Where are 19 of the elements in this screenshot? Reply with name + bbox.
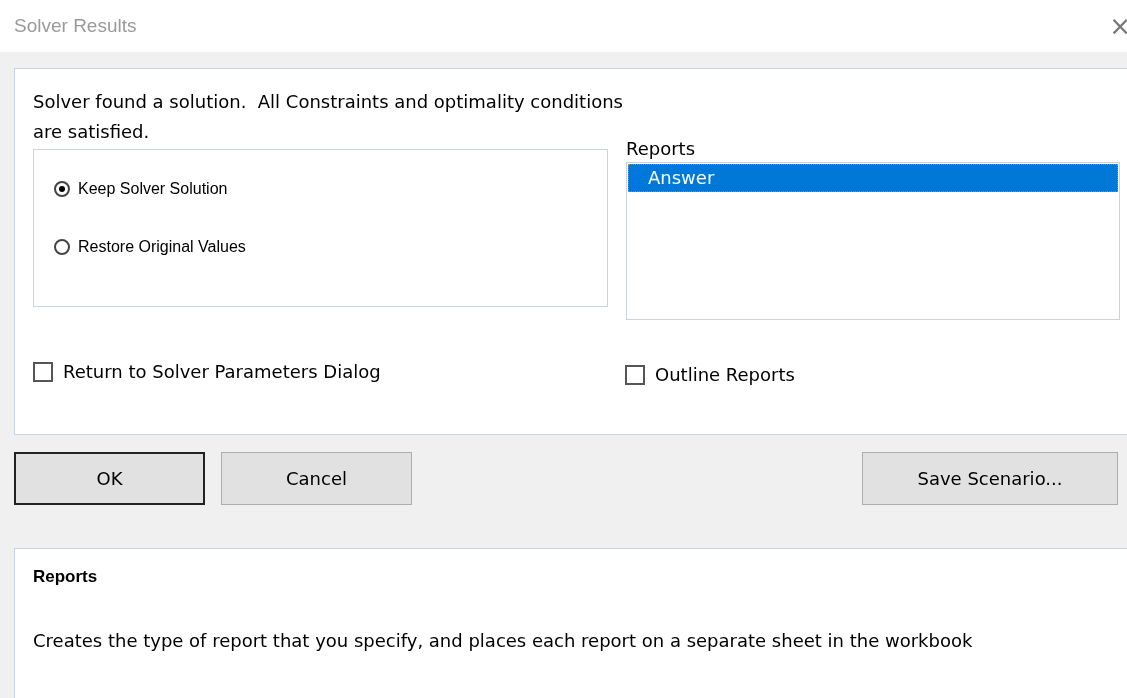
dialog-button[interactable]: OK	[14, 452, 205, 505]
checkbox-label[interactable]: Outline Reports	[655, 364, 795, 385]
window-title: Solver Results	[14, 15, 137, 37]
radio-option[interactable]: Keep Solver Solution	[54, 180, 228, 198]
save-scenario-button[interactable]: Save Scenario...	[862, 452, 1118, 505]
reports-listbox[interactable]: Answer	[626, 162, 1120, 320]
close-button[interactable]: ×	[1109, 13, 1127, 39]
reports-label: Reports	[626, 137, 696, 161]
checkbox[interactable]	[625, 364, 645, 385]
checkbox[interactable]	[33, 361, 53, 382]
checkbox-label[interactable]: Return to Solver Parameters Dialog	[63, 361, 381, 382]
radio-icon[interactable]	[54, 181, 70, 197]
help-text: Creates the type of report that you specify, and places each report on a separate sheet in the workbook	[33, 629, 974, 653]
radio-icon[interactable]	[54, 239, 70, 255]
radio-option[interactable]: Restore Original Values	[54, 238, 246, 256]
help-title: Reports	[33, 567, 98, 586]
status-message: Solver found a solution. All Constraints and optimality conditions are satisfied.	[33, 90, 624, 144]
dialog-button[interactable]: Cancel	[221, 452, 412, 505]
list-item[interactable]: Answer	[628, 164, 1118, 192]
